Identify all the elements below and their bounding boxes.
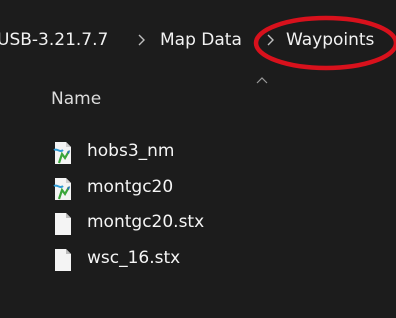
file-name: wsc_16.stx	[87, 247, 181, 268]
chevron-right-icon[interactable]	[136, 34, 146, 46]
breadcrumb-item-usb-drive[interactable]: USB-3.21.7.7	[0, 28, 108, 52]
gpx-file-icon	[53, 141, 73, 165]
breadcrumb: USB-3.21.7.7 Map Data Waypoints	[0, 0, 396, 80]
column-header-name[interactable]: Name	[51, 88, 101, 110]
file-name: montgc20.stx	[87, 212, 205, 232]
file-name: montgc20	[87, 176, 174, 197]
breadcrumb-item-waypoints[interactable]: Waypoints	[286, 28, 374, 52]
chevron-right-icon[interactable]	[265, 34, 275, 46]
blank-file-icon	[53, 248, 73, 272]
file-name: hobs3_nm	[87, 141, 175, 161]
breadcrumb-item-map-data[interactable]: Map Data	[160, 28, 242, 52]
blank-file-icon	[53, 212, 73, 236]
file-list: hobs3_nm montgc20 montgc20.stx wsc_16.st…	[0, 136, 396, 278]
gpx-file-icon	[53, 177, 73, 201]
list-item[interactable]: montgc20.stx	[0, 207, 396, 243]
sort-ascending-icon	[256, 77, 268, 84]
list-item[interactable]: hobs3_nm	[0, 136, 396, 172]
list-item[interactable]: wsc_16.stx	[0, 243, 396, 279]
list-item[interactable]: montgc20	[0, 172, 396, 208]
